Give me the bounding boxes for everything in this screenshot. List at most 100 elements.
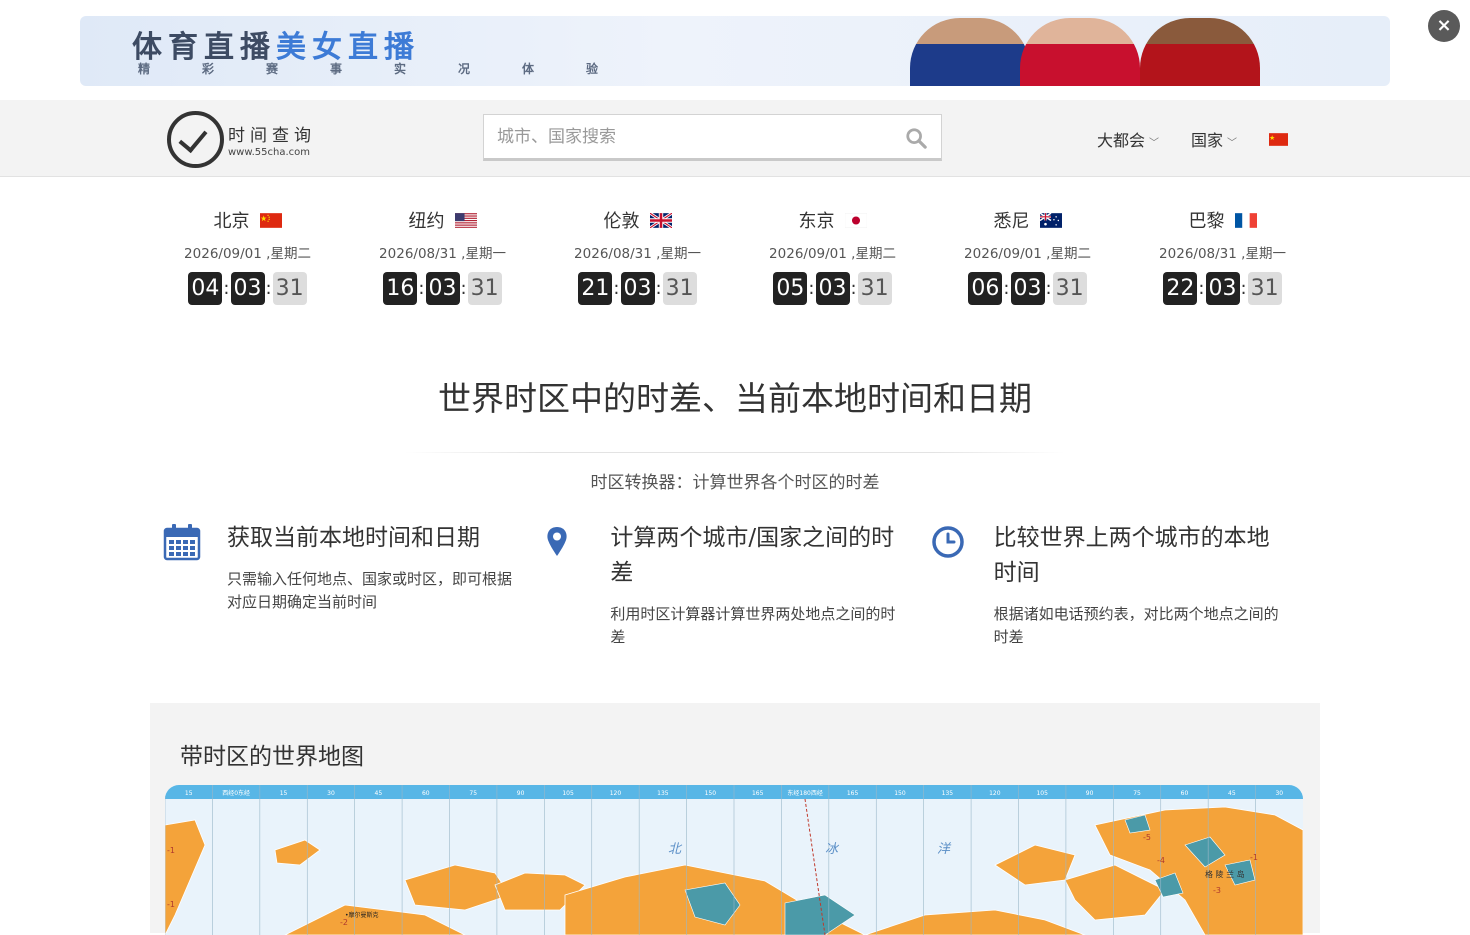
fr-flag-icon xyxy=(1234,212,1257,228)
clock-seconds: 31 xyxy=(467,272,502,305)
clock-time: 16:03:31 xyxy=(345,272,540,305)
cn-flag-icon[interactable] xyxy=(1269,132,1289,146)
timezone-top-label: 东经180西经 xyxy=(787,789,822,797)
au-flag-icon xyxy=(1039,212,1062,228)
player-1-image xyxy=(910,18,1030,86)
map-city-label: •摩尔曼斯克 xyxy=(345,911,379,919)
clock-minutes: 03 xyxy=(230,272,265,305)
clock-time: 21:03:31 xyxy=(540,272,735,305)
utc-offset-label: -1 xyxy=(167,846,175,855)
clock-hours: 06 xyxy=(968,272,1003,305)
utc-offset-label: -3 xyxy=(1213,886,1221,895)
nav-country-dropdown[interactable]: 国家 ﹀ xyxy=(1191,127,1237,151)
feature-icon-wrap xyxy=(163,521,203,649)
world-timezone-map[interactable]: 15 西经0东经 15 30 45 60 75 90 105 120 135 150 165 东经180西… xyxy=(165,785,1303,935)
clock-hours: 05 xyxy=(773,272,808,305)
clock-time: 06:03:31 xyxy=(930,272,1125,305)
time-separator: : xyxy=(1198,278,1205,299)
timezone-top-label: 105 xyxy=(562,790,574,797)
feature-title: 比较世界上两个城市的本地时间 xyxy=(993,525,1270,586)
clock-city-row: 悉尼 xyxy=(930,206,1125,234)
timezone-top-label: 45 xyxy=(375,790,383,797)
clock-hours: 21 xyxy=(578,272,613,305)
time-separator: : xyxy=(223,278,230,299)
clock-new-york[interactable]: 纽约 2026/08/31 ,星期一 16:03:31 xyxy=(345,206,540,305)
page-title: 世界时区中的时差、当前本地时间和日期 xyxy=(438,379,1032,418)
clock-icon xyxy=(931,526,964,558)
feature-body: 计算两个城市/国家之间的时差 利用时区计算器计算世界两处地点之间的时差 xyxy=(610,521,900,649)
calendar-icon xyxy=(163,524,201,561)
player-2-image xyxy=(1020,18,1140,86)
utc-offset-label: -5 xyxy=(1143,833,1151,842)
timezone-top-label: 120 xyxy=(610,790,622,797)
logo-url: www.55cha.com xyxy=(228,147,311,158)
clock-check-logo-icon xyxy=(167,111,224,168)
timezone-top-label: 15 xyxy=(280,790,288,797)
close-banner-button[interactable]: × xyxy=(1428,10,1460,42)
nav-metropolis-dropdown[interactable]: 大都会 ﹀ xyxy=(1097,127,1159,151)
clock-time: 04:03:31 xyxy=(150,272,345,305)
clock-date: 2026/08/31 ,星期一 xyxy=(574,246,701,262)
timezone-top-label: 西经0东经 xyxy=(222,789,250,797)
page-subtitle: 时区转换器：计算世界各个时区的时差 xyxy=(590,473,880,493)
clock-hours: 04 xyxy=(188,272,223,305)
us-flag-icon xyxy=(454,212,477,228)
nav-metropolis-label: 大都会 xyxy=(1097,131,1146,150)
clock-london[interactable]: 伦敦 2026/08/31 ,星期一 21:03:31 xyxy=(540,206,735,305)
timezone-top-label: 150 xyxy=(705,790,717,797)
chevron-down-icon: ﹀ xyxy=(1227,138,1238,149)
time-separator: : xyxy=(1045,278,1052,299)
feature-local-time[interactable]: 获取当前本地时间和日期 只需输入任何地点、国家或时区，即可根据对应日期确定当前时… xyxy=(163,521,546,649)
clock-city-name: 伦敦 xyxy=(603,211,640,232)
clock-seconds: 31 xyxy=(662,272,697,305)
clock-sydney[interactable]: 悉尼 2026/09/01 ,星期二 06:03:31 xyxy=(930,206,1125,305)
clock-date: 2026/09/01 ,星期二 xyxy=(964,246,1091,262)
clock-tokyo[interactable]: 东京 2026/09/01 ,星期二 05:03:31 xyxy=(735,206,930,305)
map-pin-icon xyxy=(547,527,567,556)
clock-minutes: 03 xyxy=(620,272,655,305)
time-separator: : xyxy=(1003,278,1010,299)
ad-banner-area: 体育直播美女直播 精彩赛事实况体验 × xyxy=(0,0,1470,100)
feature-desc: 只需输入任何地点、国家或时区，即可根据对应日期确定当前时间 xyxy=(227,570,513,611)
feature-time-difference[interactable]: 计算两个城市/国家之间的时差 利用时区计算器计算世界两处地点之间的时差 xyxy=(546,521,929,649)
clock-time: 05:03:31 xyxy=(735,272,930,305)
search-box xyxy=(483,114,942,161)
title-divider xyxy=(405,452,1065,453)
uk-flag-icon xyxy=(649,212,672,228)
world-map-section: 带时区的世界地图 15 西经0东经 15 30 45 60 75 90 105 … xyxy=(150,703,1320,935)
feature-desc: 利用时区计算器计算世界两处地点之间的时差 xyxy=(610,605,896,646)
feature-body: 获取当前本地时间和日期 只需输入任何地点、国家或时区，即可根据对应日期确定当前时… xyxy=(227,521,517,649)
jp-flag-icon xyxy=(844,212,867,228)
search-input[interactable] xyxy=(484,115,884,159)
feature-list: 获取当前本地时间和日期 只需输入任何地点、国家或时区，即可根据对应日期确定当前时… xyxy=(163,521,1313,649)
timezone-map-image: 15 西经0东经 15 30 45 60 75 90 105 120 135 150 165 东经180西… xyxy=(165,785,1303,935)
clock-city-row: 北京 xyxy=(150,206,345,234)
cn-flag-icon xyxy=(259,212,282,228)
clock-minutes: 03 xyxy=(1205,272,1240,305)
search-icon[interactable] xyxy=(905,127,927,149)
clock-paris[interactable]: 巴黎 2026/08/31 ,星期一 22:03:31 xyxy=(1125,206,1320,305)
timezone-top-label: 30 xyxy=(1275,790,1283,797)
clock-date: 2026/09/01 ,星期二 xyxy=(769,246,896,262)
time-separator: : xyxy=(460,278,467,299)
utc-offset-label: -1 xyxy=(1250,853,1258,862)
time-separator: : xyxy=(265,278,272,299)
clock-seconds: 31 xyxy=(857,272,892,305)
clock-minutes: 03 xyxy=(1010,272,1045,305)
feature-desc: 根据诸如电话预约表，对比两个地点之间的时差 xyxy=(993,605,1279,646)
clock-minutes: 03 xyxy=(425,272,460,305)
clock-time: 22:03:31 xyxy=(1125,272,1320,305)
clock-city-row: 纽约 xyxy=(345,206,540,234)
clock-beijing[interactable]: 北京 2026/09/01 ,星期二 04:03:31 xyxy=(150,206,345,305)
clock-city-name: 悉尼 xyxy=(993,211,1030,232)
clock-city-name: 巴黎 xyxy=(1188,211,1225,232)
chevron-down-icon: ﹀ xyxy=(1149,138,1160,149)
site-logo[interactable]: 时间查询 www.55cha.com xyxy=(167,111,316,168)
time-separator: : xyxy=(850,278,857,299)
timezone-top-label: 60 xyxy=(422,790,430,797)
clock-date: 2026/08/31 ,星期一 xyxy=(1159,246,1286,262)
ocean-label: 冰 xyxy=(825,842,840,857)
ad-banner[interactable]: 体育直播美女直播 精彩赛事实况体验 xyxy=(80,16,1390,86)
clock-city-name: 纽约 xyxy=(408,211,445,232)
feature-compare-time[interactable]: 比较世界上两个城市的本地时间 根据诸如电话预约表，对比两个地点之间的时差 xyxy=(930,521,1313,649)
